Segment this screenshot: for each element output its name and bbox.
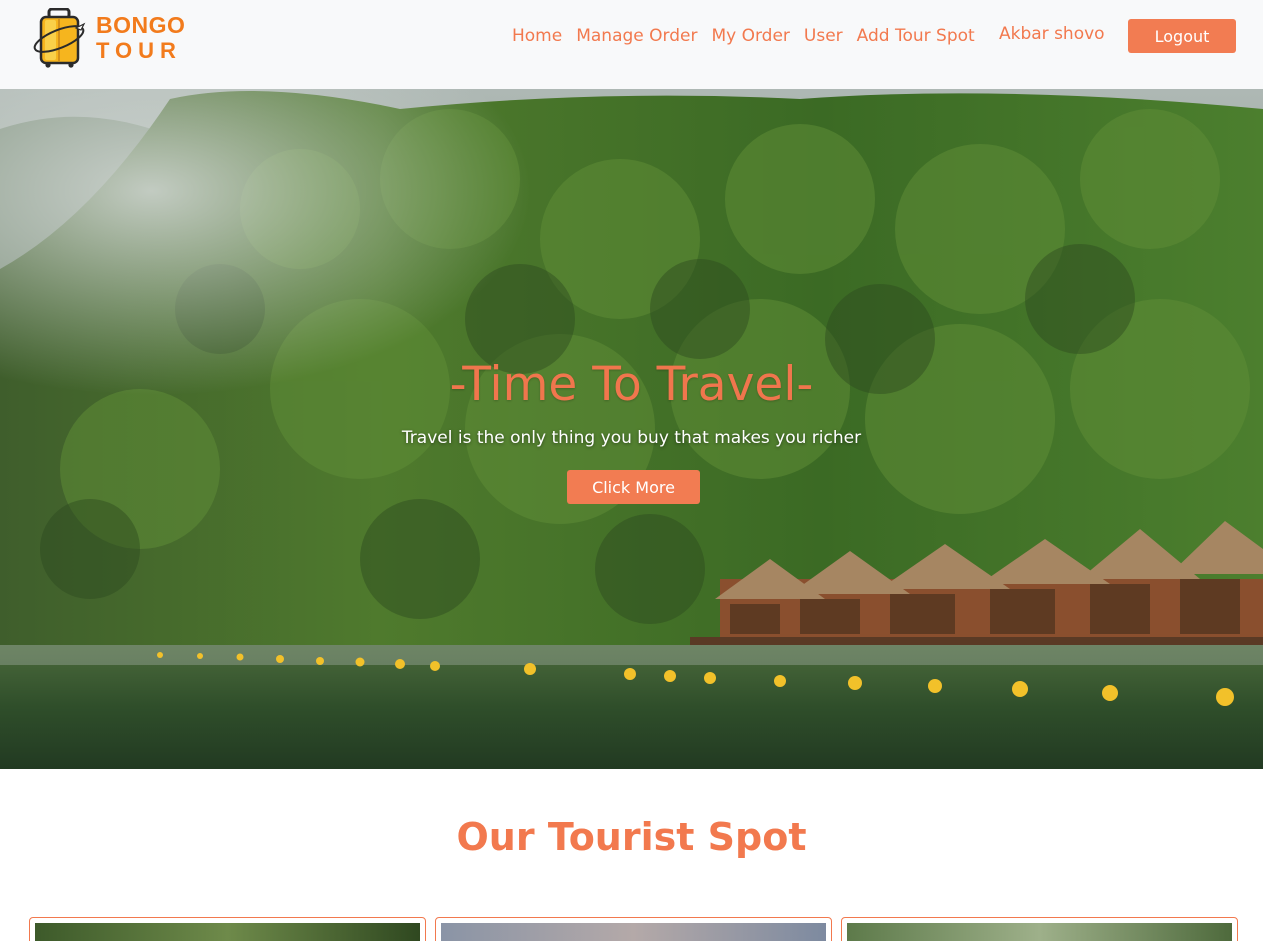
brand-name-line1: BONGO: [96, 12, 186, 38]
suitcase-plane-icon: [32, 7, 88, 68]
hero-content: -Time To Travel- Travel is the only thin…: [0, 89, 1263, 769]
tourist-spot-card[interactable]: [841, 917, 1238, 941]
nav-link-my-order[interactable]: My Order: [704, 26, 796, 46]
brand-logo[interactable]: BONGO TOUR: [32, 7, 202, 69]
logout-button[interactable]: Logout: [1128, 19, 1236, 53]
click-more-button[interactable]: Click More: [567, 470, 700, 504]
navbar: BONGO TOUR Home Manage Order My Order Us…: [0, 0, 1263, 89]
hero-banner: -Time To Travel- Travel is the only thin…: [0, 89, 1263, 769]
hero-subtitle: Travel is the only thing you buy that ma…: [401, 428, 862, 448]
tourist-spot-image: [35, 923, 420, 941]
nav-link-add-tour-spot[interactable]: Add Tour Spot: [850, 26, 982, 46]
nav-links: Home Manage Order My Order User Add Tour…: [505, 26, 982, 46]
nav-link-home[interactable]: Home: [505, 26, 569, 46]
tourist-spot-image: [441, 923, 826, 941]
tourist-spot-cards: [29, 917, 1239, 941]
brand-name-line2: TOUR: [96, 38, 182, 63]
tourist-spot-card[interactable]: [29, 917, 426, 941]
user-name: Akbar shovo: [999, 24, 1105, 44]
nav-link-user[interactable]: User: [797, 26, 850, 46]
section-title: Our Tourist Spot: [456, 815, 807, 859]
hero-title: -Time To Travel-: [449, 357, 814, 412]
nav-link-manage-order[interactable]: Manage Order: [569, 26, 704, 46]
brand-text: BONGO TOUR: [96, 14, 185, 62]
tourist-spot-card[interactable]: [435, 917, 832, 941]
tourist-spot-image: [847, 923, 1232, 941]
